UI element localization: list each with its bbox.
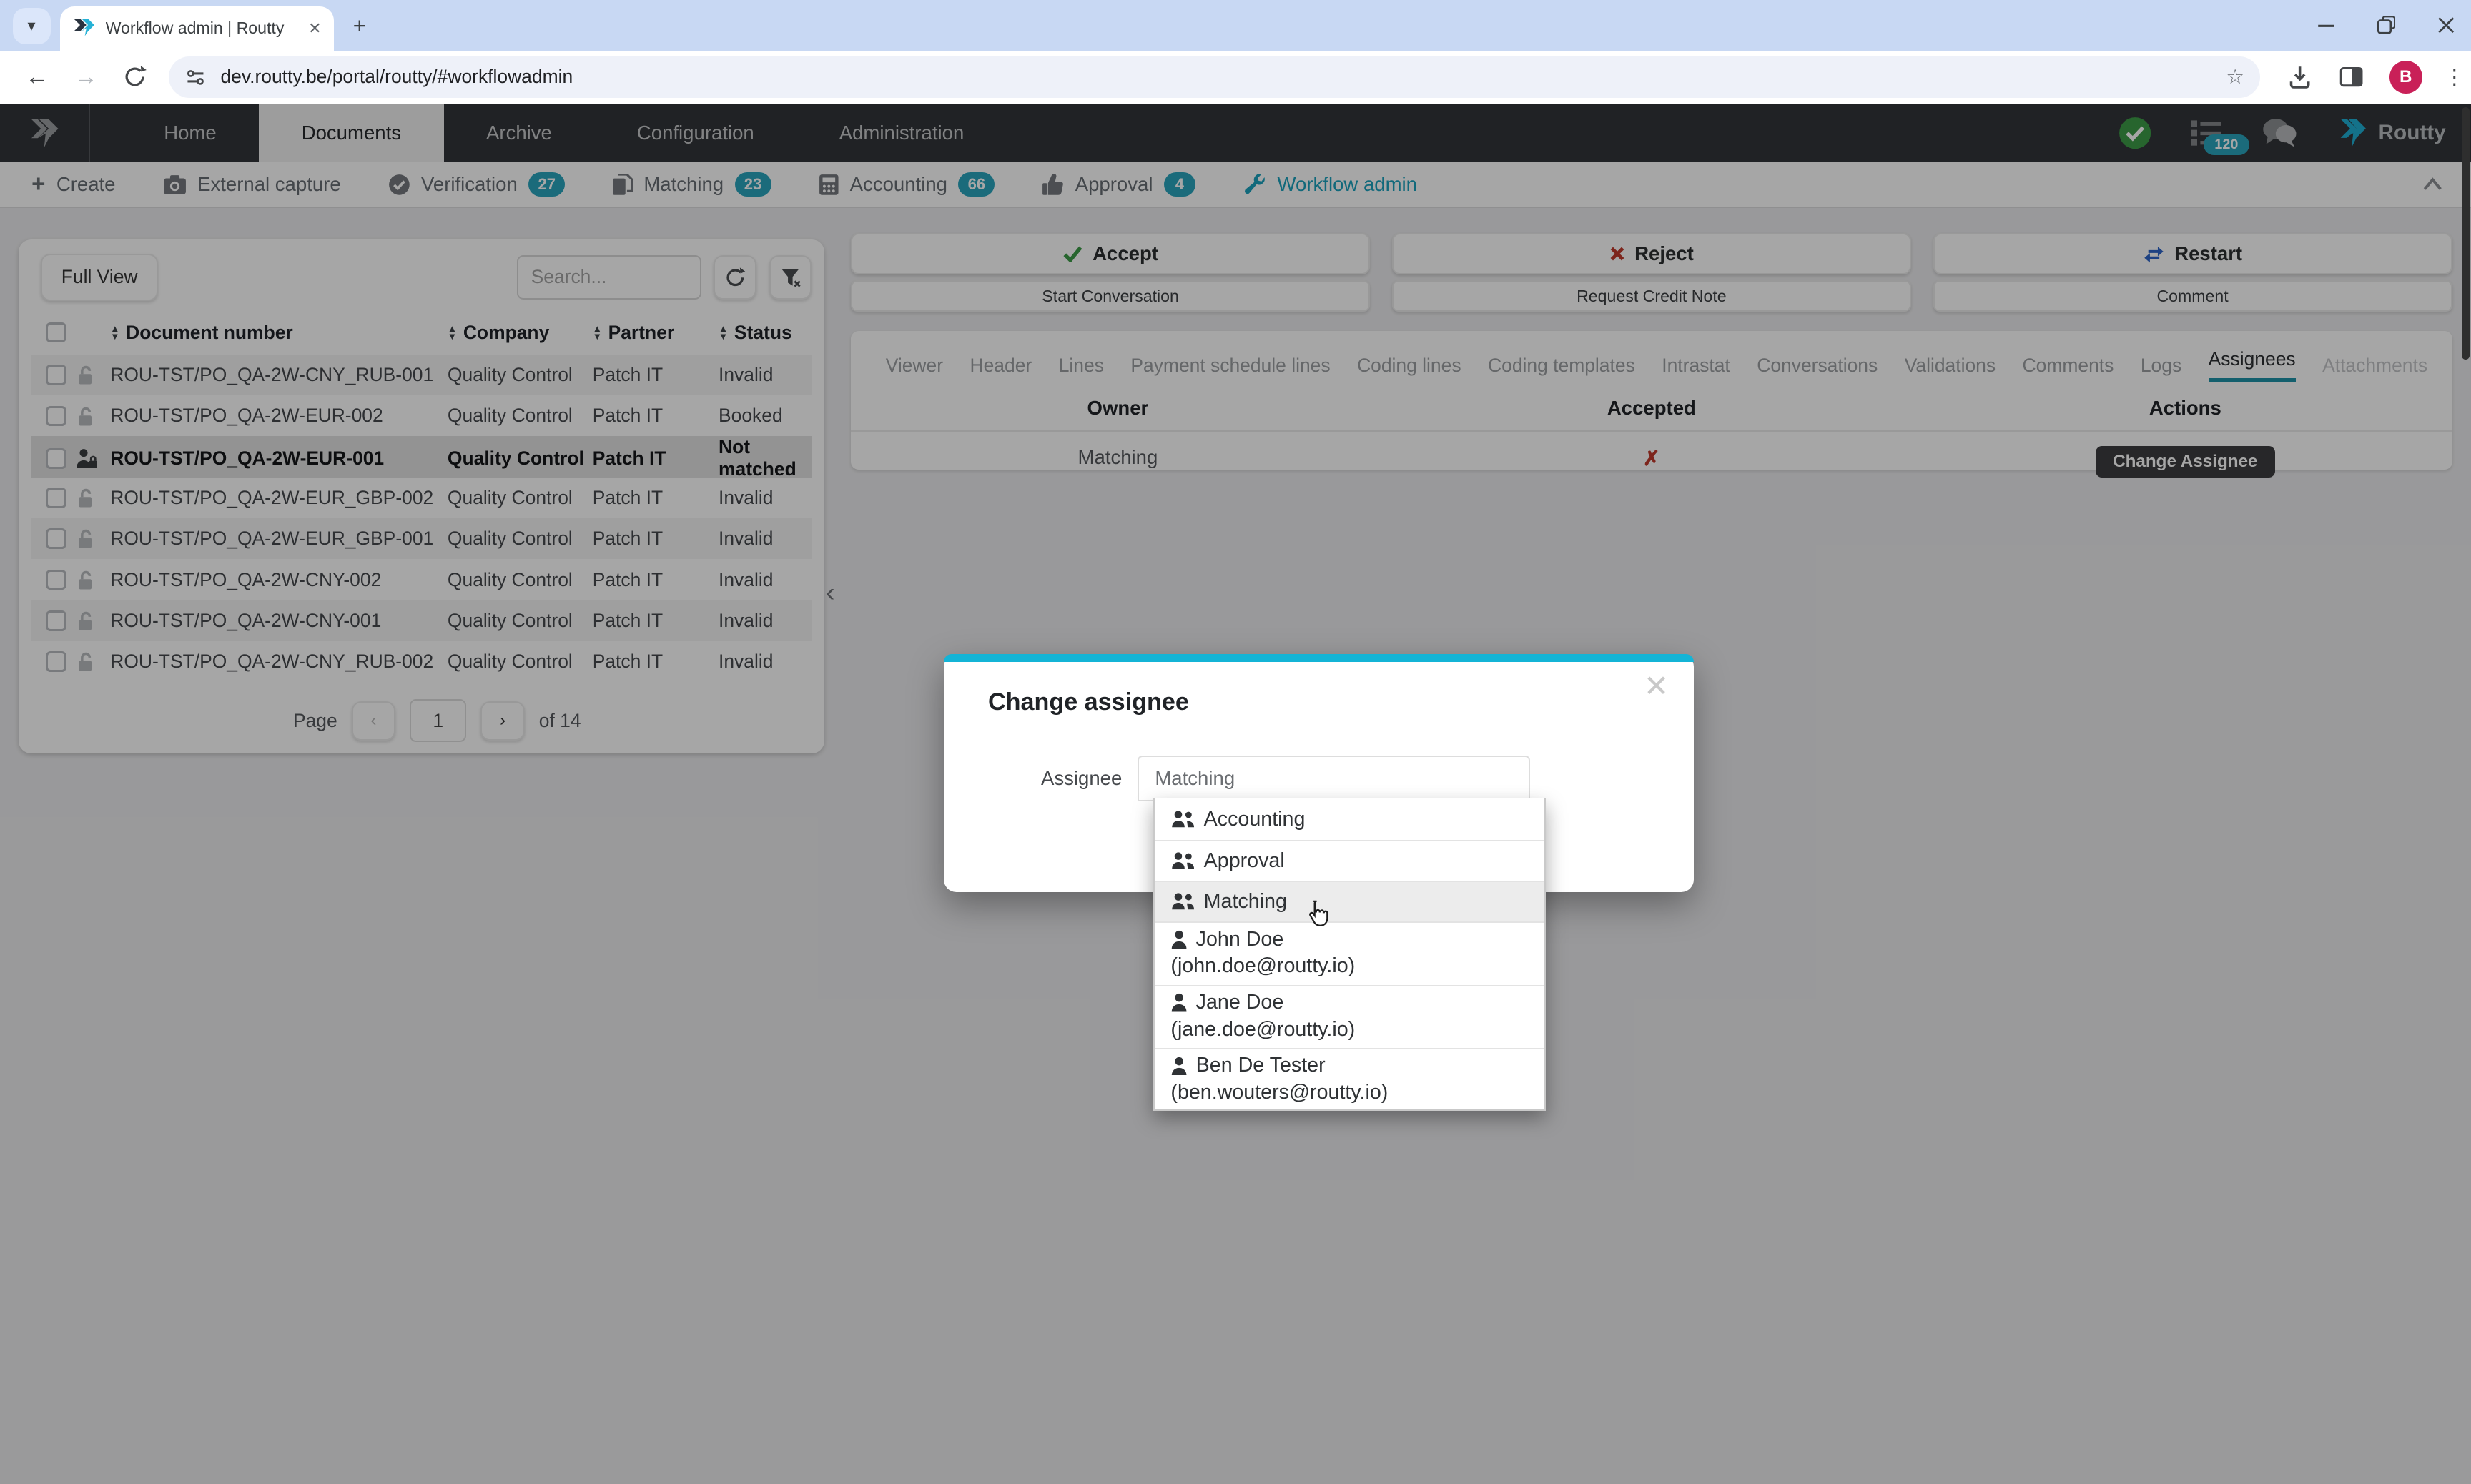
menu-kebab-icon[interactable]: ⋮	[2445, 64, 2465, 89]
profile-avatar[interactable]: B	[2389, 61, 2422, 94]
mouse-cursor-icon	[1305, 898, 1331, 929]
modal-close-icon[interactable]: ✕	[1644, 668, 1669, 703]
bookmark-star-icon[interactable]: ☆	[2226, 64, 2244, 89]
option-approval[interactable]: Approval	[1155, 840, 1544, 881]
users-group-icon	[1170, 892, 1195, 911]
dropdown-scrollbar[interactable]	[2462, 107, 2470, 360]
option-ben-de-tester[interactable]: Ben De Tester (ben.wouters@routty.io)	[1155, 1048, 1544, 1111]
favicon-routty-icon	[72, 17, 94, 39]
option-email: (jane.doe@routty.io)	[1170, 1018, 1544, 1042]
user-icon	[1170, 930, 1188, 949]
assignee-input[interactable]	[1138, 756, 1530, 801]
users-group-icon	[1170, 810, 1195, 828]
option-matching[interactable]: Matching	[1155, 881, 1544, 921]
tab-search-button[interactable]: ▾	[13, 8, 51, 44]
url-text: dev.routty.be/portal/routty/#workflowadm…	[220, 66, 2226, 88]
browser-tab[interactable]: Workflow admin | Routty ✕	[60, 6, 335, 51]
forward-icon[interactable]: →	[74, 64, 98, 91]
side-panel-icon[interactable]	[2339, 64, 2364, 89]
user-icon	[1170, 1057, 1188, 1075]
assignee-label: Assignee	[944, 767, 1138, 790]
option-jane-doe[interactable]: Jane Doe (jane.doe@routty.io)	[1155, 985, 1544, 1048]
window-minimize-icon[interactable]	[2317, 16, 2335, 34]
new-tab-button[interactable]: +	[353, 13, 366, 39]
site-info-icon[interactable]	[184, 66, 207, 89]
browser-toolbar: ← → dev.routty.be/portal/routty/#workflo…	[0, 51, 2471, 104]
tab-title: Workflow admin | Routty	[106, 19, 299, 38]
reload-icon[interactable]	[123, 65, 147, 89]
modal-title: Change assignee	[988, 688, 1694, 716]
screen: ▾ Workflow admin | Routty ✕ + ← → dev.ro…	[0, 0, 2471, 1484]
users-group-icon	[1170, 851, 1195, 870]
window-restore-icon[interactable]	[2377, 16, 2395, 34]
option-email: (ben.wouters@routty.io)	[1170, 1081, 1544, 1104]
window-close-icon[interactable]	[2437, 16, 2455, 34]
browser-tab-strip: ▾ Workflow admin | Routty ✕ +	[0, 0, 2471, 51]
user-icon	[1170, 993, 1188, 1011]
assignee-dropdown: Accounting Approval Matching John Doe (j…	[1153, 798, 1546, 1110]
option-accounting[interactable]: Accounting	[1155, 798, 1544, 839]
download-icon[interactable]	[2287, 64, 2312, 89]
back-icon[interactable]: ←	[25, 64, 49, 91]
option-email: (john.doe@routty.io)	[1170, 954, 1544, 978]
url-bar[interactable]: dev.routty.be/portal/routty/#workflowadm…	[169, 56, 2260, 97]
option-john-doe[interactable]: John Doe (john.doe@routty.io)	[1155, 921, 1544, 984]
modal-accent-bar	[944, 654, 1694, 662]
chevron-down-icon: ▾	[28, 16, 36, 35]
tab-close-icon[interactable]: ✕	[308, 19, 321, 38]
